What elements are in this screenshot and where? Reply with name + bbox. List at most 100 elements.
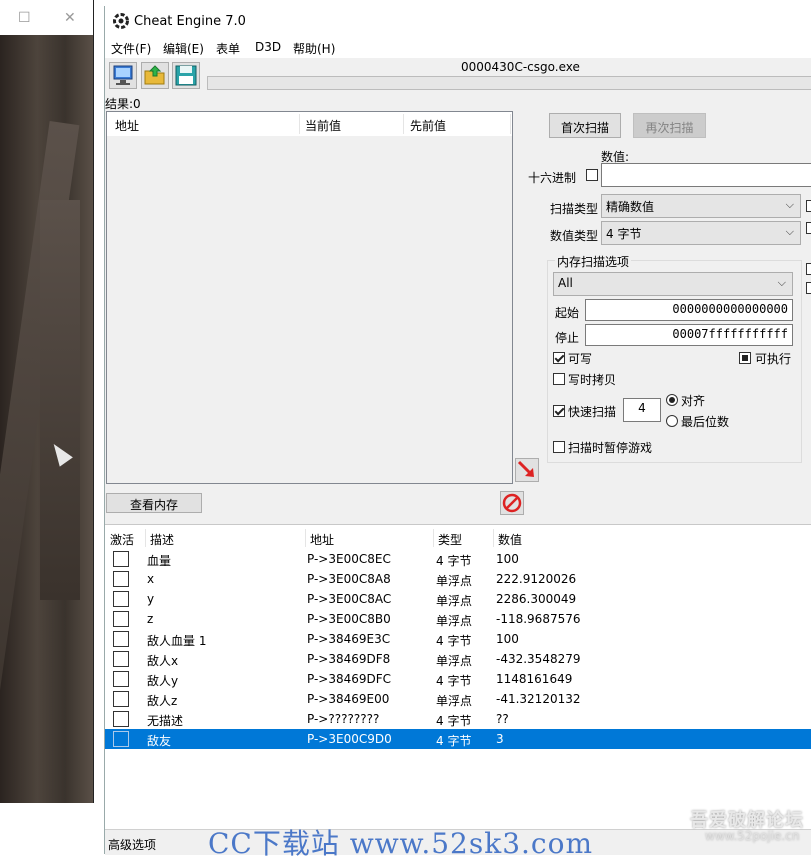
row-address: P->38469E3C	[307, 632, 391, 646]
row-value: 2286.300049	[496, 592, 577, 606]
row-type: 单浮点	[436, 654, 473, 668]
row-value: 1148161649	[496, 672, 573, 686]
side-option-checkbox[interactable]	[806, 282, 811, 294]
advanced-options-link[interactable]: 高级选项	[108, 836, 156, 853]
start-address-input[interactable]: 0000000000000000	[585, 299, 793, 321]
table-row[interactable]: 敌人x P->38469DF8 单浮点 -432.3548279	[105, 649, 811, 669]
row-type: 单浮点	[436, 574, 473, 588]
title-bar[interactable]: Cheat Engine 7.0	[105, 6, 811, 36]
column-previous-value[interactable]: 先前值	[410, 117, 446, 134]
select-process-button[interactable]	[109, 62, 137, 89]
row-type: 4 字节	[436, 554, 472, 568]
next-scan-button[interactable]: 再次扫描	[633, 113, 706, 138]
hex-checkbox[interactable]	[586, 169, 598, 181]
row-address: P->38469DF8	[307, 652, 391, 666]
table-row[interactable]: 敌人z P->38469E00 单浮点 -41.32120132	[105, 689, 811, 709]
active-checkbox[interactable]	[113, 651, 129, 667]
menu-d3d[interactable]: D3D	[255, 40, 281, 54]
pause-game-checkbox[interactable]	[553, 441, 565, 453]
scan-type-select[interactable]: 精确数值 ⌵	[601, 194, 801, 218]
chevron-down-icon: ⌵	[785, 198, 794, 211]
cheat-table[interactable]: 激活 描述 地址 类型 数值 血量 P->3E00C8EC 4 字节 100 x…	[105, 524, 811, 830]
scan-type-label: 扫描类型	[550, 202, 599, 216]
row-value: ??	[496, 712, 509, 726]
column-value[interactable]: 数值	[498, 531, 522, 548]
fast-scan-input[interactable]: 4	[623, 398, 661, 422]
row-address: P->3E00C9D0	[307, 732, 392, 746]
writable-checkbox[interactable]	[553, 352, 565, 364]
close-icon[interactable]: ✕	[64, 10, 76, 26]
executable-checkbox[interactable]	[739, 352, 751, 364]
memory-region-select[interactable]: All ⌵	[553, 272, 793, 296]
column-current-value[interactable]: 当前值	[305, 117, 341, 134]
side-option-checkbox[interactable]	[806, 200, 811, 212]
active-checkbox[interactable]	[113, 691, 129, 707]
table-row[interactable]: 敌人血量 1 P->38469E3C 4 字节 100	[105, 629, 811, 649]
active-checkbox[interactable]	[113, 711, 129, 727]
table-row[interactable]: z P->3E00C8B0 单浮点 -118.9687576	[105, 609, 811, 629]
menu-edit[interactable]: 编辑(E)	[163, 40, 204, 57]
active-checkbox[interactable]	[113, 591, 129, 607]
column-address[interactable]: 地址	[310, 531, 334, 548]
column-active[interactable]: 激活	[110, 531, 134, 548]
active-checkbox[interactable]	[113, 631, 129, 647]
fast-scan-checkbox[interactable]	[553, 405, 565, 417]
table-row[interactable]: y P->3E00C8AC 单浮点 2286.300049	[105, 589, 811, 609]
active-checkbox[interactable]	[113, 671, 129, 687]
menu-file[interactable]: 文件(F)	[111, 40, 151, 57]
table-row[interactable]: 血量 P->3E00C8EC 4 字节 100	[105, 549, 811, 569]
table-row[interactable]: x P->3E00C8A8 单浮点 222.9120026	[105, 569, 811, 589]
menu-table[interactable]: 表单	[216, 40, 240, 57]
open-folder-icon	[144, 65, 165, 85]
stop-scan-button[interactable]	[500, 491, 524, 515]
align-radio[interactable]	[666, 394, 678, 406]
chevron-down-icon: ⌵	[777, 276, 786, 289]
row-description: 无描述	[147, 714, 184, 728]
active-checkbox[interactable]	[113, 611, 129, 627]
row-type: 单浮点	[436, 594, 473, 608]
column-address[interactable]: 地址	[115, 117, 139, 134]
column-description[interactable]: 描述	[150, 531, 174, 548]
row-address: P->????????	[307, 712, 380, 726]
table-row[interactable]: 无描述 P->???????? 4 字节 ??	[105, 709, 811, 729]
found-address-list[interactable]: 地址 当前值 先前值	[106, 111, 513, 484]
stop-address-input[interactable]: 00007fffffffffff	[585, 324, 793, 346]
side-option-checkbox[interactable]	[806, 263, 811, 275]
computer-icon	[113, 65, 133, 85]
row-value: 100	[496, 552, 519, 566]
memory-region-value: All	[558, 276, 573, 290]
cheat-table-header: 激活 描述 地址 类型 数值	[105, 529, 811, 547]
table-row[interactable]: 敌人y P->38469DFC 4 字节 1148161649	[105, 669, 811, 689]
row-description: 敌友	[147, 734, 172, 748]
first-scan-button[interactable]: 首次扫描	[549, 113, 621, 138]
side-option-checkbox[interactable]	[806, 222, 811, 234]
add-to-list-button[interactable]	[515, 458, 539, 482]
copy-on-write-checkbox[interactable]	[553, 373, 565, 385]
save-button[interactable]	[172, 62, 200, 89]
last-digits-radio[interactable]	[666, 415, 678, 427]
value-type-select[interactable]: 4 字节 ⌵	[601, 221, 801, 245]
pause-game-label: 扫描时暂停游戏	[568, 441, 653, 455]
menu-help[interactable]: 帮助(H)	[293, 40, 335, 57]
row-address: P->3E00C8EC	[307, 552, 391, 566]
value-input[interactable]	[601, 163, 811, 187]
row-description: 敌人x	[147, 654, 179, 668]
row-address: P->38469DFC	[307, 672, 392, 686]
column-type[interactable]: 类型	[438, 531, 462, 548]
view-memory-button[interactable]: 查看内存	[106, 493, 202, 513]
row-description: 血量	[147, 554, 172, 568]
row-description: 敌人z	[147, 694, 178, 708]
table-row-selected[interactable]: 敌友 P->3E00C9D0 4 字节 3	[105, 729, 811, 749]
cheat-engine-window: Cheat Engine 7.0 文件(F) 编辑(E) 表单 D3D 帮助(H…	[104, 6, 811, 855]
row-type: 单浮点	[436, 614, 473, 628]
active-checkbox[interactable]	[113, 551, 129, 567]
row-description: x	[147, 572, 155, 586]
maximize-icon[interactable]: ☐	[18, 10, 31, 26]
row-type: 单浮点	[436, 694, 473, 708]
value-type-label: 数值类型	[550, 229, 599, 243]
active-checkbox[interactable]	[113, 731, 129, 747]
row-description: 敌人血量 1	[147, 634, 207, 648]
floppy-disk-icon	[175, 65, 197, 86]
active-checkbox[interactable]	[113, 571, 129, 587]
open-file-button[interactable]	[141, 62, 169, 89]
